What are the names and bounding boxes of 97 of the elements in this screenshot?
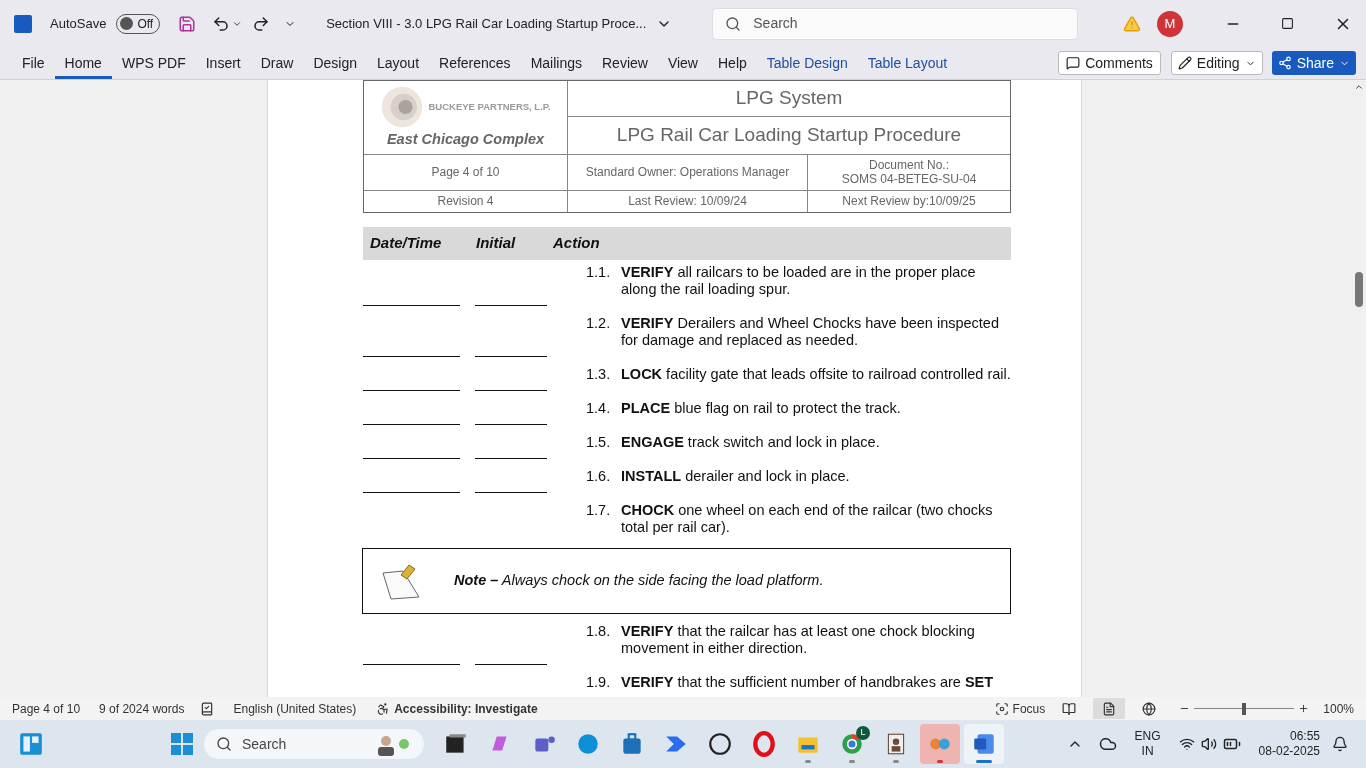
page-number: Page 4 of 10 bbox=[364, 154, 568, 190]
ribbon-tab[interactable]: References bbox=[429, 47, 521, 79]
column-header: Action bbox=[553, 233, 600, 253]
comment-icon bbox=[1066, 56, 1081, 70]
share-icon bbox=[1277, 56, 1292, 70]
ribbon-tab[interactable]: Table Design bbox=[756, 47, 858, 79]
redo-icon[interactable] bbox=[252, 14, 271, 33]
document-number-label: Document No.: bbox=[868, 158, 949, 173]
step-text: LOCK facility gate that leads offsite to railroad controlled rail. bbox=[621, 365, 1011, 383]
system-title: LPG System bbox=[568, 81, 1010, 117]
step-text: VERIFY all railcars to be loaded are in the proper place along the rail loading spur. bbox=[621, 263, 977, 298]
ribbon-tab[interactable]: Design bbox=[303, 47, 367, 79]
book-icon bbox=[1062, 701, 1077, 716]
column-header: Initial bbox=[476, 233, 517, 253]
ribbon-tab[interactable]: Insert bbox=[195, 47, 251, 79]
word-count[interactable]: 9 of 2024 words bbox=[99, 699, 185, 718]
company-name: BUCKEYE PARTNERS, L.P. bbox=[428, 99, 551, 114]
scrollbar-thumb[interactable] bbox=[1355, 272, 1363, 307]
step-number: 1.9. bbox=[586, 673, 612, 691]
standard-owner: Standard Owner: Operations Manager bbox=[568, 154, 808, 190]
language-status[interactable]: English (United States) bbox=[233, 699, 357, 718]
autosave-label: AutoSave bbox=[50, 14, 107, 33]
accessibility-status[interactable]: Accessibility: Investigate bbox=[394, 699, 538, 718]
onedrive-sync-icon[interactable] bbox=[1098, 735, 1117, 753]
note-text: Note – Always chock on the side facing the load platform. bbox=[454, 572, 824, 590]
notification-icon[interactable] bbox=[1332, 736, 1348, 752]
input-region[interactable]: IN bbox=[1141, 744, 1154, 759]
user-avatar[interactable]: M bbox=[1157, 10, 1183, 37]
ribbon-tab[interactable]: Table Layout bbox=[857, 47, 958, 79]
pencil-icon bbox=[1177, 56, 1192, 70]
page-status[interactable]: Page 4 of 10 bbox=[12, 699, 81, 718]
volume-icon[interactable] bbox=[1200, 736, 1217, 752]
editing-button[interactable]: Editing bbox=[1170, 51, 1263, 75]
taskbar-app-button[interactable] bbox=[964, 724, 1004, 764]
last-review: Last Review: 10/09/24 bbox=[568, 190, 808, 212]
ribbon-tab[interactable]: Draw bbox=[250, 47, 304, 79]
restore-icon[interactable] bbox=[1281, 17, 1294, 30]
taskbar-search-field[interactable]: Search bbox=[204, 729, 424, 759]
step-number: 1.6. bbox=[586, 467, 612, 485]
step-text: VERIFY that the sufficient number of handbrakes are SET bbox=[621, 673, 995, 691]
step-text: ENGAGE track switch and lock in place. bbox=[621, 433, 881, 451]
ribbon-tab[interactable]: Mailings bbox=[520, 47, 592, 79]
zoom-slider[interactable] bbox=[1194, 702, 1295, 715]
next-review: Next Review by:10/09/25 bbox=[841, 193, 977, 211]
search-icon bbox=[216, 736, 232, 752]
company-logo-icon bbox=[380, 85, 425, 129]
print-view-button[interactable] bbox=[1093, 698, 1126, 719]
chrome-app-icon bbox=[839, 731, 865, 757]
comments-button[interactable]: Comments bbox=[1058, 51, 1161, 75]
opera-app-icon bbox=[751, 731, 777, 757]
step-number: 1.3. bbox=[586, 365, 612, 383]
widgets-icon[interactable] bbox=[18, 731, 44, 757]
step-text: VERIFY that the railcar has at least one chock blocking movement in either direction. bbox=[621, 622, 976, 657]
taskbar-app-button[interactable]: L bbox=[832, 724, 872, 764]
step-number: 1.4. bbox=[586, 399, 612, 417]
step-number: 1.2. bbox=[586, 314, 612, 332]
undo-icon[interactable] bbox=[212, 14, 231, 33]
step-number: 1.7. bbox=[586, 501, 612, 519]
account-badge: L bbox=[856, 726, 870, 740]
start-icon[interactable] bbox=[170, 732, 194, 756]
input-language[interactable]: ENG bbox=[1134, 729, 1161, 744]
ribbon-tab[interactable]: View bbox=[657, 47, 708, 79]
revision: Revision 4 bbox=[364, 190, 568, 212]
document-title[interactable]: Section VIII - 3.0 LPG Rail Car Loading Startup Proce... bbox=[326, 13, 647, 34]
ribbon-tab[interactable]: Layout bbox=[367, 47, 430, 79]
globe-icon bbox=[1142, 701, 1157, 716]
ribbon-tab[interactable]: File bbox=[12, 47, 55, 79]
wifi-icon[interactable] bbox=[1178, 736, 1195, 752]
step-text: CHOCK one wheel on each end of the railcar (two chocks total per rail car). bbox=[621, 501, 994, 536]
clock-time[interactable]: 06:55 bbox=[1289, 729, 1320, 744]
accessibility-icon[interactable] bbox=[376, 701, 391, 716]
ribbon-tab[interactable]: WPS PDF bbox=[111, 47, 196, 79]
proofing-icon[interactable] bbox=[200, 701, 215, 716]
document-number: SOMS 04-BETEG-SU-04 bbox=[841, 172, 977, 187]
page-icon bbox=[1102, 701, 1117, 716]
focus-button[interactable]: Focus bbox=[994, 699, 1046, 718]
search-field[interactable]: Search bbox=[712, 7, 1079, 40]
step-text: VERIFY Derailers and Wheel Chocks have been inspected for damage and replaced as needed. bbox=[621, 314, 1000, 349]
zoom-level[interactable]: 100% bbox=[1323, 699, 1354, 718]
focus-icon bbox=[994, 701, 1009, 716]
search-icon bbox=[725, 15, 742, 32]
clock-date[interactable]: 08-02-2025 bbox=[1258, 744, 1320, 759]
share-button[interactable]: Share bbox=[1271, 51, 1356, 75]
save-icon[interactable] bbox=[178, 14, 197, 33]
ribbon-tab[interactable]: Help bbox=[708, 47, 757, 79]
ribbon-tab[interactable]: Review bbox=[592, 47, 658, 79]
scroll-up-icon[interactable] bbox=[1354, 82, 1364, 92]
step-number: 1.5. bbox=[586, 433, 612, 451]
step-number: 1.1. bbox=[586, 263, 612, 281]
procedure-title: LPG Rail Car Loading Startup Procedure bbox=[615, 123, 963, 148]
zoom-in-icon[interactable] bbox=[1298, 703, 1310, 714]
step-text: PLACE blue flag on rail to protect the track. bbox=[621, 399, 902, 417]
site-name: East Chicago Complex bbox=[386, 130, 545, 149]
step-number: 1.8. bbox=[586, 622, 612, 640]
step-text: INSTALL derailer and lock in place. bbox=[621, 467, 851, 485]
column-header: Date/Time bbox=[369, 233, 443, 253]
word-app-icon bbox=[971, 731, 997, 757]
